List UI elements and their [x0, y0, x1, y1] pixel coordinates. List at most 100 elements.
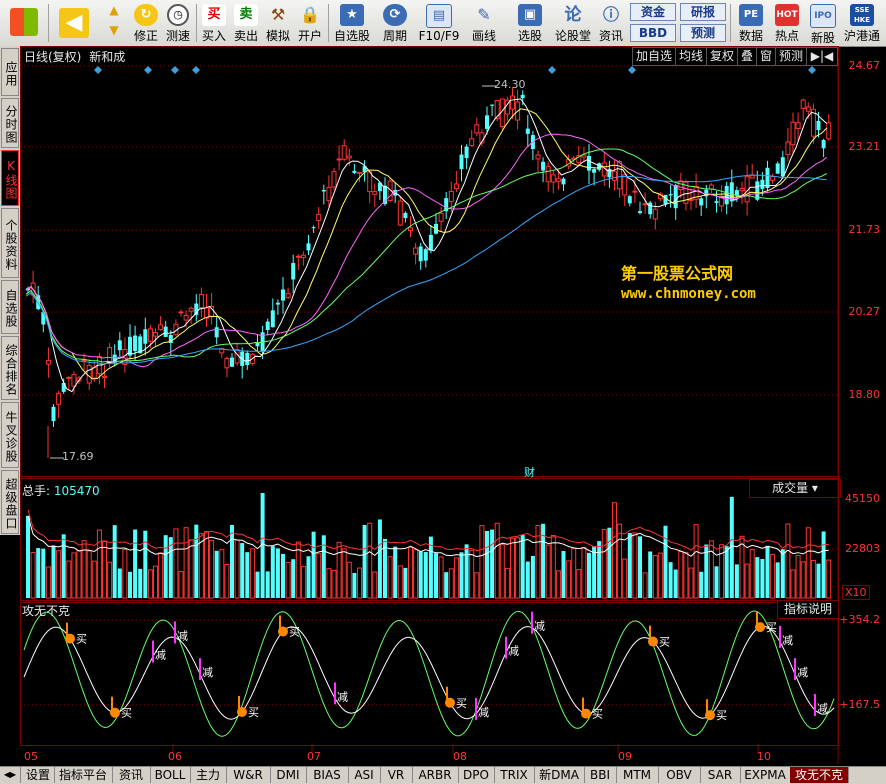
sidebar-item-stock-info[interactable]: 个股资料 [1, 208, 19, 278]
candle-body [178, 311, 184, 314]
simulate-button[interactable]: ⚒ 模拟 [262, 2, 294, 44]
lock-icon: 🔒 [300, 5, 320, 24]
sidebar-item-apps[interactable]: 应用 [1, 48, 19, 96]
tab-scroll-arrows[interactable]: ◀▶ [0, 767, 21, 783]
tab-indicator[interactable]: 资讯 [112, 767, 151, 783]
period-label: 日线(复权) [24, 50, 82, 64]
fix-button[interactable]: ↻ 修正 [130, 2, 162, 44]
research-button[interactable]: 研报 [680, 3, 726, 21]
volume-bar [545, 544, 551, 599]
overlay-button[interactable]: 叠 [737, 47, 757, 66]
news-button[interactable]: ⓘ 资讯 [594, 2, 628, 44]
chart-area[interactable]: 买买买买买买买买买减减减减减减减减减减 日线(复权) 新和成 24.30 17.… [20, 46, 886, 764]
tab-indicator[interactable]: ASI [348, 767, 381, 783]
volume-bar [459, 552, 464, 598]
buy-signal-label: 买 [716, 709, 727, 722]
candle-body [587, 155, 591, 171]
tab-indicator[interactable]: BBI [584, 767, 617, 783]
predict-button[interactable]: 预测 [775, 47, 807, 66]
volume-bar [265, 571, 270, 598]
kline-chart[interactable]: 买买 买买买买买买买减减减减减减减减减减 [20, 46, 886, 766]
candle-body [346, 155, 352, 159]
window-button[interactable]: 窗 [756, 47, 776, 66]
volume-bar [622, 558, 628, 599]
stock-picker-button[interactable]: ▣ 选股 [508, 2, 552, 44]
volume-selector[interactable]: 成交量 ▾ [749, 479, 841, 498]
tab-indicator[interactable]: 攻无不克 [790, 767, 849, 783]
restore-rights-button[interactable]: 复权 [706, 47, 738, 66]
volume-bar [699, 571, 704, 598]
sidebar-item-diagnosis[interactable]: 牛叉诊股 [1, 402, 19, 468]
sidebar-item-kline[interactable]: K线图 [1, 150, 19, 206]
tab-indicator[interactable]: 指标平台 [54, 767, 113, 783]
sell-button[interactable]: 卖 卖出 [230, 2, 262, 44]
add-watchlist-button[interactable]: 加自选 [632, 47, 676, 66]
indicator-help-button[interactable]: 指标说明 [777, 600, 839, 619]
volume-bar [749, 548, 755, 599]
month-label: 05 [24, 750, 38, 763]
ma-button[interactable]: 均线 [675, 47, 707, 66]
tab-settings[interactable]: 设置 [22, 767, 55, 783]
back-button[interactable]: ◀ [54, 2, 94, 44]
volume-bar [775, 562, 780, 598]
watermark-url: www.chnmoney.com [621, 286, 756, 302]
tab-indicator[interactable]: DPO [458, 767, 495, 783]
volume-bar [245, 552, 250, 598]
tab-indicator[interactable]: DMI [270, 767, 307, 783]
speed-test-button[interactable]: ◷ 测速 [162, 2, 194, 44]
forum-button[interactable]: 论 论股堂 [554, 2, 592, 44]
fix-label: 修正 [133, 29, 158, 43]
volume-bar [657, 552, 663, 599]
sidebar-item-super-quote[interactable]: 超级盘口 [1, 470, 19, 534]
tab-indicator[interactable]: EXPMA [740, 767, 791, 783]
tab-indicator[interactable]: TRIX [494, 767, 535, 783]
volume-bar [525, 561, 530, 598]
candle-body [357, 171, 362, 174]
candle-body [147, 328, 153, 342]
volume-bar [770, 553, 776, 599]
f10-button[interactable]: ▤ F10/F9 [416, 2, 462, 44]
candle-body [490, 104, 495, 106]
tab-indicator[interactable]: ARBR [412, 767, 459, 783]
indicator-axis-label: +167.5 [839, 698, 880, 711]
ipo-button[interactable]: IPO 新股 [806, 2, 840, 45]
tab-indicator[interactable]: SAR [700, 767, 741, 783]
collapse-arrow-button[interactable]: ▶|◀ [806, 47, 838, 66]
indicator-panel-border [20, 602, 839, 746]
sidebar-item-watchlist[interactable]: 自选股 [1, 280, 19, 334]
hot-button[interactable]: HOT 热点 [770, 2, 804, 44]
tab-indicator[interactable]: 主力 [190, 767, 227, 783]
volume-bar [219, 549, 225, 599]
tab-indicator[interactable]: VR [380, 767, 413, 783]
data-button[interactable]: PE 数据 [734, 2, 768, 44]
candle-body [775, 163, 780, 174]
app-logo-button[interactable] [4, 2, 44, 44]
tab-indicator[interactable]: BOLL [150, 767, 191, 783]
volume-bar [805, 527, 811, 599]
tab-indicator[interactable]: BIAS [306, 767, 349, 783]
open-account-button[interactable]: 🔒 开户 [294, 2, 326, 44]
hk-connect-icon: SSE HKE [850, 4, 874, 26]
tab-indicator[interactable]: MTM [616, 767, 659, 783]
buy-button[interactable]: 买 买入 [198, 2, 230, 44]
candle-body [545, 165, 551, 183]
sidebar-item-ranking[interactable]: 综合排名 [1, 336, 19, 400]
forecast-button[interactable]: 预测 [680, 24, 726, 42]
sell-signal-label: 减 [155, 649, 166, 662]
bbd-button[interactable]: BBD [630, 24, 676, 42]
period-button[interactable]: ⟳ 周期 [376, 2, 414, 44]
up-down-button[interactable]: ▲ ▼ [100, 2, 128, 44]
hk-connect-button[interactable]: SSE HKE 沪港通 [840, 2, 884, 44]
volume-bar [438, 556, 444, 599]
volume-bar [56, 550, 62, 599]
volume-bar [810, 560, 816, 599]
volume-bar [76, 549, 82, 599]
draw-line-button[interactable]: ✎ 画线 [464, 2, 504, 44]
candle-body [316, 213, 322, 222]
watchlist-button[interactable]: ★ 自选股 [330, 2, 374, 44]
sidebar-item-intraday[interactable]: 分时图 [1, 98, 19, 148]
tab-indicator[interactable]: 新DMA [534, 767, 585, 783]
fund-button[interactable]: 资金 [630, 3, 676, 21]
tab-indicator[interactable]: W&R [226, 767, 271, 783]
tab-indicator[interactable]: OBV [658, 767, 701, 783]
